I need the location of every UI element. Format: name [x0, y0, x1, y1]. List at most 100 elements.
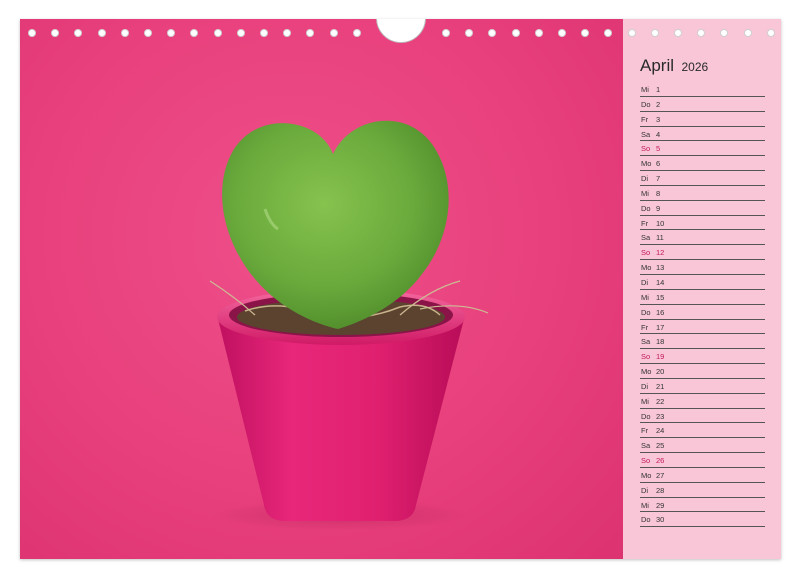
day-weekday: Mi [641, 188, 649, 198]
day-weekday: So [641, 144, 651, 154]
day-number: 6 [656, 159, 661, 169]
day-row: Mi 8 [640, 186, 765, 201]
day-row: Do 9 [640, 201, 765, 216]
day-weekday: Mo [641, 263, 652, 273]
binding-hole [97, 29, 106, 37]
day-number: 1 [656, 85, 661, 94]
day-weekday: Fr [641, 426, 649, 436]
day-row: Mi 15 [640, 290, 765, 305]
day-weekday: Fr [641, 114, 649, 124]
binding-hole [674, 29, 682, 37]
day-number: 29 [656, 500, 665, 510]
day-row: Do 23 [640, 409, 765, 424]
day-weekday: Do [641, 203, 651, 213]
day-weekday: Do [641, 515, 651, 525]
day-row: Do 16 [640, 305, 765, 320]
day-weekday: So [641, 248, 651, 258]
day-row: So 12 [640, 245, 765, 261]
day-number: 10 [656, 218, 665, 228]
day-weekday: Sa [641, 129, 651, 139]
day-number: 19 [656, 352, 665, 362]
day-row: Fr 24 [640, 423, 765, 439]
day-row: Fr 3 [640, 112, 765, 127]
day-weekday: Di [641, 381, 649, 391]
day-row: Di 14 [640, 275, 765, 290]
day-weekday: Sa [641, 441, 651, 451]
binding-hole [558, 29, 566, 37]
heart-cactus-pot-icon [209, 120, 489, 531]
day-number: 11 [656, 233, 664, 243]
day-row: Sa 18 [640, 334, 765, 350]
day-weekday: Mi [641, 500, 649, 510]
day-number: 14 [656, 277, 665, 287]
day-number: 13 [656, 263, 665, 273]
day-row: Di 21 [640, 379, 765, 394]
day-row: Sa 4 [640, 127, 765, 142]
day-number: 12 [656, 248, 665, 258]
day-number: 2 [656, 99, 661, 109]
day-number: 3 [656, 114, 661, 124]
day-weekday: Sa [641, 233, 651, 243]
day-row: Mo 27 [640, 468, 765, 483]
day-row: Sa 25 [640, 438, 765, 454]
day-number: 7 [656, 174, 661, 184]
binding-hole [650, 29, 659, 37]
day-row: Mi 29 [640, 498, 765, 513]
day-row: Mo 6 [640, 156, 765, 172]
day-row: Do 2 [640, 97, 765, 112]
day-number: 24 [656, 426, 665, 436]
day-row: Sa 11 [640, 230, 765, 246]
month-name: April [640, 56, 675, 75]
day-weekday: Di [641, 485, 649, 495]
day-row: Fr 10 [640, 216, 765, 231]
day-weekday: Do [641, 411, 651, 421]
day-weekday: Mi [641, 85, 649, 94]
day-weekday: Mo [641, 470, 652, 480]
day-row: So 5 [640, 141, 765, 157]
day-weekday: Fr [641, 322, 649, 332]
day-weekday: Mi [641, 396, 649, 406]
day-weekday: So [641, 456, 651, 466]
day-number: 17 [656, 322, 665, 332]
day-weekday: Do [641, 99, 651, 109]
day-list: Mi 1 Do 2 Fr 3 Sa 4 So 5 Mo 6 Di 7 Mi 8 Do 9 Fr 10 Sa 11 So 12 M… [640, 82, 765, 528]
binding-hole [766, 29, 775, 37]
day-weekday: Mo [641, 367, 652, 377]
day-number: 30 [656, 515, 665, 525]
day-weekday: Mi [641, 292, 649, 302]
binding-hole [28, 29, 36, 37]
day-number: 21 [656, 381, 665, 391]
day-number: 20 [656, 367, 665, 377]
day-number: 18 [656, 337, 665, 347]
day-row: Di 7 [640, 171, 765, 186]
binding-hole [627, 29, 636, 37]
binding-hole [144, 29, 152, 37]
binding-hole [743, 29, 752, 37]
day-number: 5 [656, 144, 661, 154]
binding-hole [442, 29, 450, 37]
binding-hole [120, 29, 129, 37]
month-year: 2026 [681, 60, 709, 74]
day-row: So 26 [640, 453, 765, 468]
day-row: Di 28 [640, 483, 765, 498]
day-number: 25 [656, 441, 665, 451]
binding-hole [260, 29, 268, 37]
binding-hole [534, 29, 543, 37]
day-number: 16 [656, 307, 665, 317]
day-number: 4 [656, 129, 661, 139]
day-number: 28 [656, 485, 665, 495]
day-row: Mo 20 [640, 364, 765, 379]
day-weekday: So [641, 352, 651, 362]
day-row: Mi 22 [640, 394, 765, 409]
day-number: 15 [656, 292, 665, 302]
binding-hole [236, 29, 245, 37]
binding-hole [213, 29, 222, 37]
day-row: Do 30 [640, 512, 765, 528]
calendar-page: April 2026 Mi 1 Do 2 Fr 3 Sa 4 So 5 Mo 6 Di 7 Mi 8 Do 9 Fr… [20, 19, 781, 559]
day-row: Mo 13 [640, 260, 765, 275]
binding-hole [329, 29, 338, 37]
day-weekday: Fr [641, 218, 649, 228]
day-row: Mi 1 [640, 82, 765, 97]
day-number: 22 [656, 396, 665, 406]
day-number: 27 [656, 470, 665, 480]
